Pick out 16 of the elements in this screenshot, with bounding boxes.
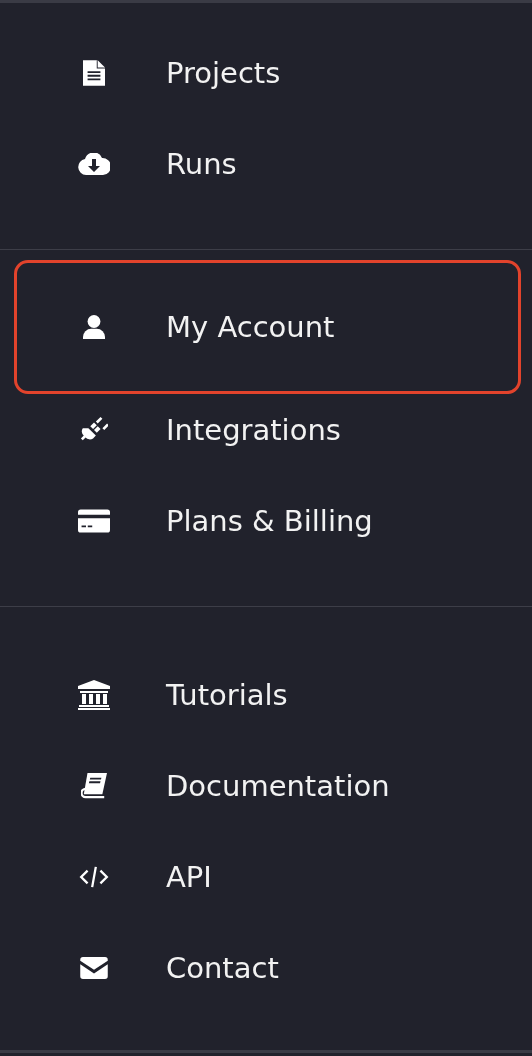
envelope-icon (79, 956, 109, 979)
sidebar-item[interactable]: API (0, 831, 532, 922)
person-icon (83, 315, 105, 339)
sidebar-item[interactable]: Tutorials (0, 649, 532, 740)
sidebar-item[interactable]: Runs (0, 118, 532, 209)
cloud-download-icon (78, 152, 110, 175)
code-icon (79, 865, 109, 888)
sidebar-item[interactable]: Contact (0, 922, 532, 1013)
sidebar-item[interactable]: Documentation (0, 740, 532, 831)
credit-card-icon (78, 507, 110, 534)
book-icon (81, 772, 107, 799)
sidebar-item[interactable]: Projects (0, 27, 532, 118)
sidebar-item[interactable]: My Account (14, 260, 521, 394)
sidebar-item[interactable]: Plans & Billing (0, 475, 532, 566)
bank-building-icon (78, 679, 110, 710)
document-icon (83, 59, 105, 86)
